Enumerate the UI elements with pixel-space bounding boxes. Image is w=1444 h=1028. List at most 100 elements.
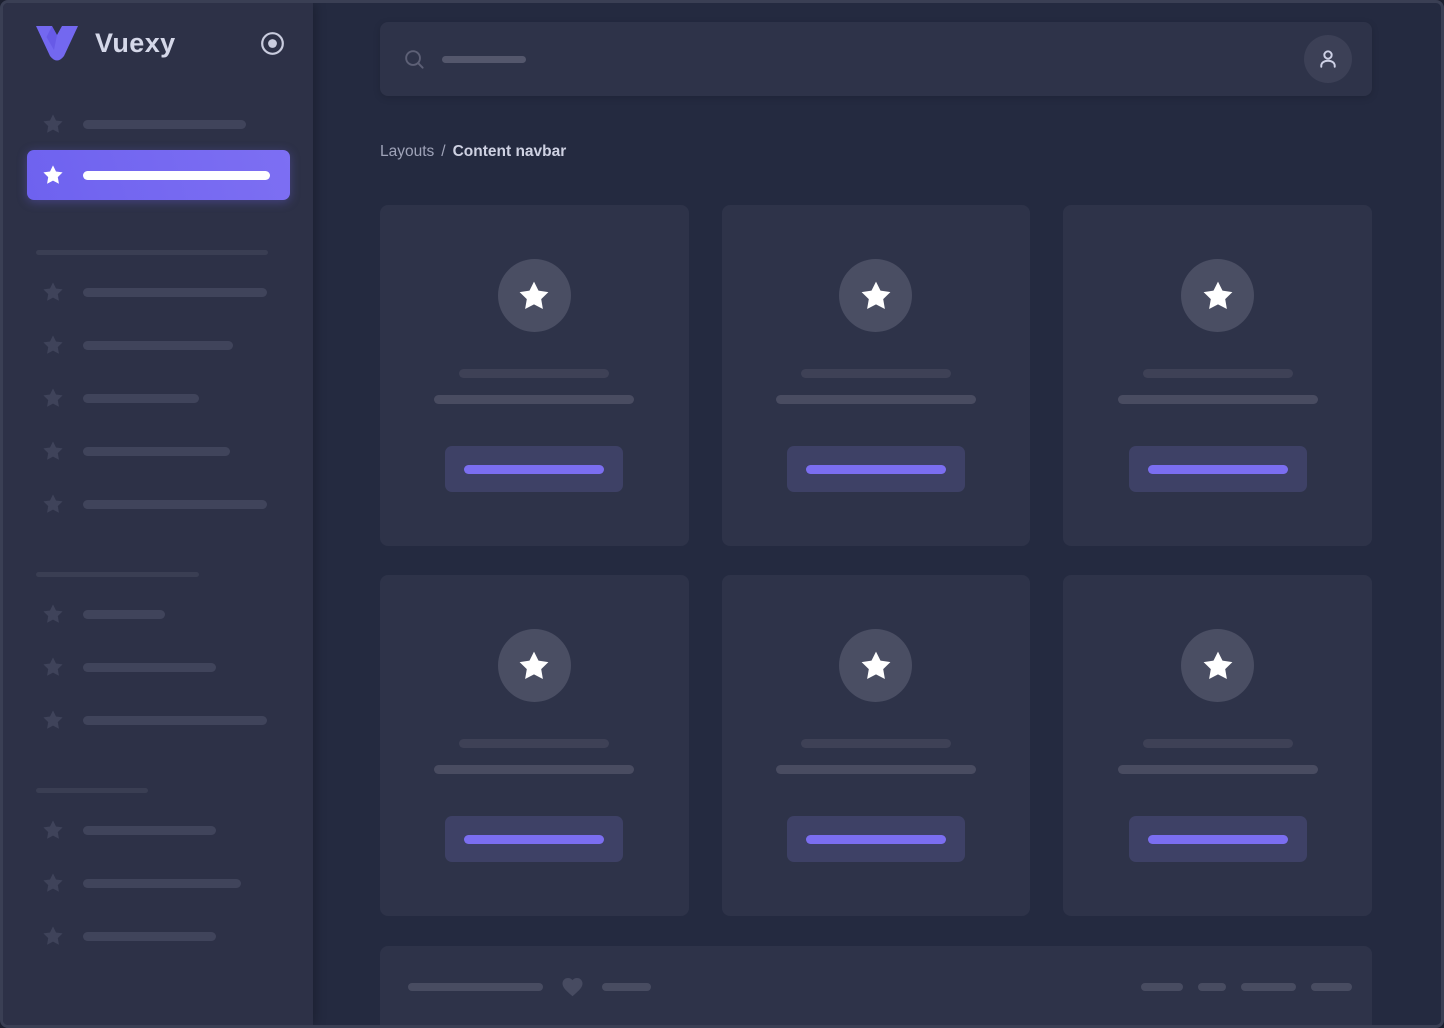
star-icon [41,871,67,895]
footer-link-skeleton [1141,983,1183,991]
menu-section-header-skeleton [36,788,148,793]
card-text-skeleton [776,395,976,404]
sidebar-item[interactable] [3,333,313,357]
button-label-skeleton [464,835,604,844]
star-icon [41,655,67,679]
star-icon [41,280,67,304]
footer-text-skeleton [408,983,543,991]
star-icon [516,648,552,684]
sidebar-item[interactable] [3,924,313,948]
sidebar-item[interactable] [3,871,313,895]
sidebar-item-label-skeleton [83,932,216,941]
layout-card [380,575,689,916]
sidebar-header: Vuexy [3,3,313,83]
card-button-skeleton[interactable] [787,446,965,492]
sidebar-item[interactable] [3,492,313,516]
card-button-skeleton[interactable] [445,816,623,862]
top-navbar [380,22,1372,96]
footer [380,946,1372,1028]
card-icon-circle [1181,259,1254,332]
menu-section-header-skeleton [36,250,268,255]
button-label-skeleton [1148,465,1288,474]
sidebar-item[interactable] [3,280,313,304]
button-label-skeleton [806,465,946,474]
star-icon [41,924,67,948]
sidebar-item-label-skeleton [83,447,230,456]
footer-left-group [408,975,651,999]
breadcrumb-current: Content navbar [453,143,567,160]
card-icon-circle [498,629,571,702]
sidebar-item-label-skeleton [83,394,199,403]
sidebar-item-label-skeleton [83,171,270,180]
layout-card [722,575,1031,916]
nav-pin-toggle-icon[interactable] [260,31,285,56]
sidebar-item-label-skeleton [83,120,246,129]
sidebar-item-label-skeleton [83,341,233,350]
star-icon [41,386,67,410]
button-label-skeleton [464,465,604,474]
sidebar-item-label-skeleton [83,663,216,672]
search-placeholder-skeleton[interactable] [442,56,526,63]
card-title-skeleton [459,739,609,748]
sidebar-item-label-skeleton [83,826,216,835]
star-icon [41,602,67,626]
sidebar-item-label-skeleton [83,879,241,888]
layout-card [1063,575,1372,916]
card-title-skeleton [1143,369,1293,378]
card-button-skeleton[interactable] [787,816,965,862]
card-button-skeleton[interactable] [1129,446,1307,492]
sidebar-item[interactable] [3,112,313,136]
sidebar-item-label-skeleton [83,500,267,509]
card-title-skeleton [801,369,951,378]
brand-name: Vuexy [95,28,176,59]
card-button-skeleton[interactable] [1129,816,1307,862]
star-icon [41,439,67,463]
card-icon-circle [1181,629,1254,702]
star-icon [41,818,67,842]
star-icon [41,112,67,136]
card-text-skeleton [434,765,634,774]
sidebar: Vuexy [3,3,313,1025]
sidebar-item-label-skeleton [83,610,165,619]
star-icon [41,708,67,732]
breadcrumb-parent[interactable]: Layouts [380,143,434,160]
star-icon [1200,278,1236,314]
main-content: Layouts/Content navbar [313,3,1441,1025]
sidebar-item[interactable] [3,386,313,410]
star-icon [1200,648,1236,684]
layout-card [722,205,1031,546]
app-window: Vuexy [0,0,1444,1028]
star-icon [41,163,67,187]
brand-logo-icon [33,23,81,63]
star-icon [516,278,552,314]
sidebar-item[interactable] [3,602,313,626]
star-icon [858,278,894,314]
star-icon [858,648,894,684]
card-grid [380,205,1372,916]
sidebar-item-label-skeleton [83,716,267,725]
footer-link-skeleton [1241,983,1296,991]
sidebar-menu [3,112,313,948]
footer-link-skeleton [1198,983,1226,991]
heart-icon [560,975,585,999]
card-text-skeleton [776,765,976,774]
footer-text-skeleton [602,983,651,991]
sidebar-item[interactable] [3,818,313,842]
footer-right-group [1141,975,1352,999]
search-icon[interactable] [403,48,426,71]
star-icon [41,492,67,516]
sidebar-item[interactable] [3,439,313,463]
card-icon-circle [498,259,571,332]
menu-section-header-skeleton [36,572,199,577]
breadcrumb: Layouts/Content navbar [380,143,1372,161]
card-button-skeleton[interactable] [445,446,623,492]
card-icon-circle [839,629,912,702]
card-text-skeleton [1118,395,1318,404]
button-label-skeleton [806,835,946,844]
sidebar-item-label-skeleton [83,288,267,297]
card-title-skeleton [459,369,609,378]
user-avatar[interactable] [1304,35,1352,83]
sidebar-item[interactable] [3,708,313,732]
sidebar-item-active[interactable] [27,150,290,200]
sidebar-item[interactable] [3,655,313,679]
